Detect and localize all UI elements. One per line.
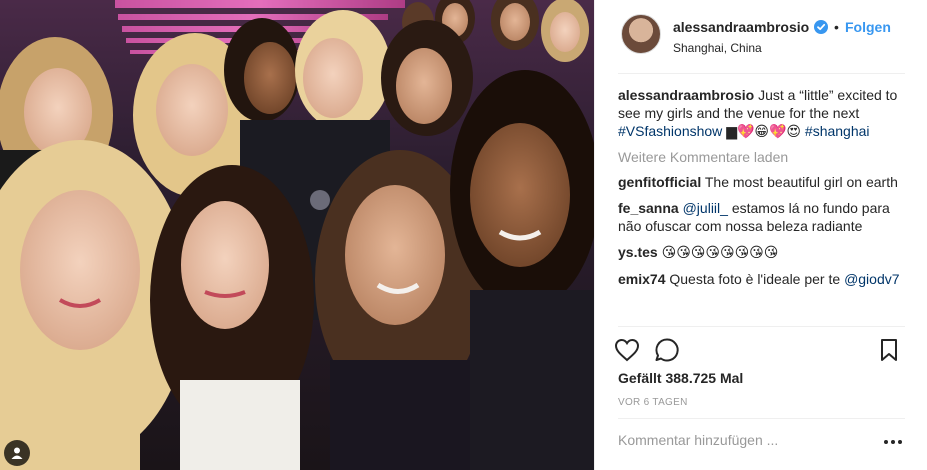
comment-username[interactable]: ys.tes xyxy=(618,244,658,260)
comment-item: ys.tes 😘😘😘😘😘😘😘😘 xyxy=(618,243,908,262)
hashtag-link[interactable]: #shanghai xyxy=(805,123,870,139)
comment-text: The most beautiful girl on earth xyxy=(704,174,898,190)
add-comment-input[interactable] xyxy=(618,432,868,448)
post-header: alessandraambrosio • Folgen Shanghai, Ch… xyxy=(595,0,927,74)
avatar[interactable] xyxy=(621,14,661,54)
mention-link[interactable]: @juliil_ xyxy=(683,200,728,216)
actions-divider xyxy=(618,326,905,327)
follow-button[interactable]: Folgen xyxy=(845,19,891,35)
comment-text: 😘😘😘😘😘😘😘😘 xyxy=(661,245,779,261)
tagged-people-icon[interactable] xyxy=(4,440,30,466)
comment-username[interactable]: fe_sanna xyxy=(618,200,679,216)
more-dot xyxy=(891,440,895,444)
action-bar xyxy=(613,336,913,364)
header-divider xyxy=(618,73,905,74)
more-dot xyxy=(884,440,888,444)
more-options-icon[interactable] xyxy=(884,434,904,450)
comment-item: genfitofficial The most beautiful girl o… xyxy=(618,173,908,191)
header-separator: • xyxy=(834,19,839,35)
mention-link[interactable]: @giodv7 xyxy=(844,271,899,287)
post-photo[interactable] xyxy=(0,0,594,470)
caption: alessandraambrosio Just a “little” excit… xyxy=(618,86,908,141)
comment-username[interactable]: emix74 xyxy=(618,271,665,287)
verified-badge-icon xyxy=(814,20,828,34)
comment-divider xyxy=(618,418,905,419)
comment-text: Questa foto è l'ideale per te xyxy=(669,271,841,287)
load-more-comments-button[interactable]: Weitere Kommentare laden xyxy=(618,149,908,165)
likes-count[interactable]: Gefällt 388.725 Mal xyxy=(618,370,743,386)
caption-username[interactable]: alessandraambrosio xyxy=(618,87,754,103)
comment-bubble-icon[interactable] xyxy=(653,336,681,364)
comment-item: fe_sanna @juliil_ estamos lá no fundo pa… xyxy=(618,199,908,235)
header-username[interactable]: alessandraambrosio xyxy=(673,19,809,35)
hashtag-link[interactable]: #VSfashionshow xyxy=(618,123,722,139)
location-link[interactable]: Shanghai, China xyxy=(673,41,762,55)
more-dot xyxy=(898,440,902,444)
group-selfie-image xyxy=(0,0,594,470)
heart-icon[interactable] xyxy=(613,336,641,364)
caption-emojis: ▆💖😁💖😍 xyxy=(726,124,802,140)
comments-list: alessandraambrosio Just a “little” excit… xyxy=(618,86,908,296)
bookmark-icon[interactable] xyxy=(875,336,903,364)
post-side-panel: alessandraambrosio • Folgen Shanghai, Ch… xyxy=(594,0,927,470)
post-timestamp[interactable]: VOR 6 TAGEN xyxy=(618,397,688,408)
comment-username[interactable]: genfitofficial xyxy=(618,174,701,190)
instagram-post: alessandraambrosio • Folgen Shanghai, Ch… xyxy=(0,0,927,470)
comment-item: emix74 Questa foto è l'ideale per te @gi… xyxy=(618,270,908,288)
